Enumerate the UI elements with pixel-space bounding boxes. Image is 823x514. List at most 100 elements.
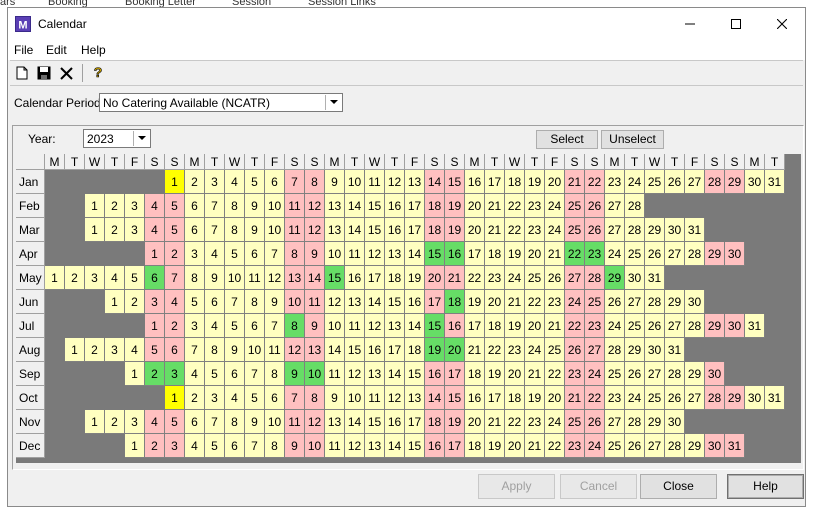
- day-cell[interactable]: 20: [465, 410, 485, 434]
- day-cell[interactable]: 5: [165, 218, 185, 242]
- day-cell[interactable]: 2: [145, 362, 165, 386]
- day-cell[interactable]: 18: [465, 362, 485, 386]
- day-cell[interactable]: 17: [365, 266, 385, 290]
- day-cell[interactable]: 1: [145, 314, 165, 338]
- day-cell[interactable]: 12: [345, 362, 365, 386]
- day-cell[interactable]: 5: [245, 386, 265, 410]
- day-cell[interactable]: 4: [185, 362, 205, 386]
- day-cell[interactable]: 1: [125, 362, 145, 386]
- day-cell[interactable]: 27: [685, 386, 705, 410]
- day-cell[interactable]: 12: [365, 314, 385, 338]
- day-cell[interactable]: 4: [205, 242, 225, 266]
- day-cell[interactable]: 27: [605, 218, 625, 242]
- day-cell[interactable]: 15: [405, 362, 425, 386]
- day-cell[interactable]: 18: [465, 434, 485, 458]
- day-cell[interactable]: 10: [325, 314, 345, 338]
- day-cell[interactable]: 9: [305, 314, 325, 338]
- day-cell[interactable]: 23: [525, 218, 545, 242]
- day-cell[interactable]: 24: [605, 314, 625, 338]
- day-cell[interactable]: 5: [245, 170, 265, 194]
- day-cell[interactable]: 29: [705, 314, 725, 338]
- day-cell[interactable]: 22: [585, 170, 605, 194]
- day-cell[interactable]: 21: [485, 194, 505, 218]
- menu-help[interactable]: Help: [81, 43, 106, 57]
- day-cell[interactable]: 19: [525, 386, 545, 410]
- day-cell[interactable]: 30: [665, 410, 685, 434]
- day-cell[interactable]: 7: [225, 290, 245, 314]
- day-cell[interactable]: 2: [105, 218, 125, 242]
- help-button[interactable]: Help: [727, 474, 804, 499]
- day-cell[interactable]: 7: [165, 266, 185, 290]
- day-cell[interactable]: 9: [285, 362, 305, 386]
- day-cell[interactable]: 18: [385, 266, 405, 290]
- day-cell[interactable]: 15: [405, 434, 425, 458]
- day-cell[interactable]: 9: [265, 290, 285, 314]
- day-cell[interactable]: 31: [765, 170, 785, 194]
- day-cell[interactable]: 19: [485, 434, 505, 458]
- day-cell[interactable]: 1: [165, 386, 185, 410]
- delete-button[interactable]: [57, 64, 75, 82]
- day-cell[interactable]: 31: [685, 218, 705, 242]
- day-cell[interactable]: 8: [285, 314, 305, 338]
- day-cell[interactable]: 5: [205, 362, 225, 386]
- day-cell[interactable]: 6: [265, 386, 285, 410]
- day-cell[interactable]: 10: [265, 410, 285, 434]
- day-cell[interactable]: 13: [385, 314, 405, 338]
- day-cell[interactable]: 18: [405, 338, 425, 362]
- day-cell[interactable]: 30: [725, 242, 745, 266]
- day-cell[interactable]: 22: [525, 290, 545, 314]
- day-cell[interactable]: 25: [645, 170, 665, 194]
- day-cell[interactable]: 11: [265, 338, 285, 362]
- day-cell[interactable]: 23: [565, 434, 585, 458]
- day-cell[interactable]: 16: [385, 194, 405, 218]
- day-cell[interactable]: 9: [245, 410, 265, 434]
- day-cell[interactable]: 3: [165, 434, 185, 458]
- day-cell[interactable]: 8: [225, 218, 245, 242]
- day-cell[interactable]: 19: [485, 362, 505, 386]
- day-cell[interactable]: 17: [485, 386, 505, 410]
- day-cell[interactable]: 26: [565, 338, 585, 362]
- day-cell[interactable]: 4: [125, 338, 145, 362]
- day-cell[interactable]: 22: [505, 410, 525, 434]
- day-cell[interactable]: 14: [325, 338, 345, 362]
- day-cell[interactable]: 17: [465, 242, 485, 266]
- day-cell[interactable]: 27: [605, 410, 625, 434]
- day-cell[interactable]: 3: [165, 362, 185, 386]
- day-cell[interactable]: 14: [405, 242, 425, 266]
- day-cell[interactable]: 7: [245, 434, 265, 458]
- day-cell[interactable]: 2: [165, 314, 185, 338]
- day-cell[interactable]: 2: [125, 290, 145, 314]
- day-cell[interactable]: 19: [505, 242, 525, 266]
- day-cell[interactable]: 3: [105, 338, 125, 362]
- day-cell[interactable]: 23: [605, 170, 625, 194]
- day-cell[interactable]: 7: [205, 410, 225, 434]
- day-cell[interactable]: 15: [445, 386, 465, 410]
- day-cell[interactable]: 2: [105, 194, 125, 218]
- day-cell[interactable]: 24: [605, 242, 625, 266]
- day-cell[interactable]: 14: [305, 266, 325, 290]
- day-cell[interactable]: 23: [505, 338, 525, 362]
- day-cell[interactable]: 19: [525, 170, 545, 194]
- chevron-down-icon[interactable]: [133, 131, 149, 146]
- day-cell[interactable]: 4: [225, 170, 245, 194]
- day-cell[interactable]: 24: [625, 386, 645, 410]
- day-cell[interactable]: 9: [285, 434, 305, 458]
- day-cell[interactable]: 4: [165, 290, 185, 314]
- day-cell[interactable]: 4: [185, 434, 205, 458]
- day-cell[interactable]: 4: [205, 314, 225, 338]
- day-cell[interactable]: 29: [665, 290, 685, 314]
- day-cell[interactable]: 13: [305, 338, 325, 362]
- day-cell[interactable]: 6: [185, 410, 205, 434]
- close-button[interactable]: Close: [640, 474, 717, 499]
- day-cell[interactable]: 17: [465, 314, 485, 338]
- day-cell[interactable]: 10: [345, 170, 365, 194]
- day-cell[interactable]: 24: [565, 290, 585, 314]
- day-cell[interactable]: 28: [605, 338, 625, 362]
- day-cell[interactable]: 29: [685, 434, 705, 458]
- day-cell[interactable]: 12: [385, 386, 405, 410]
- day-cell[interactable]: 15: [365, 194, 385, 218]
- day-cell[interactable]: 10: [265, 194, 285, 218]
- day-cell[interactable]: 18: [425, 194, 445, 218]
- day-cell[interactable]: 9: [325, 386, 345, 410]
- day-cell[interactable]: 8: [205, 338, 225, 362]
